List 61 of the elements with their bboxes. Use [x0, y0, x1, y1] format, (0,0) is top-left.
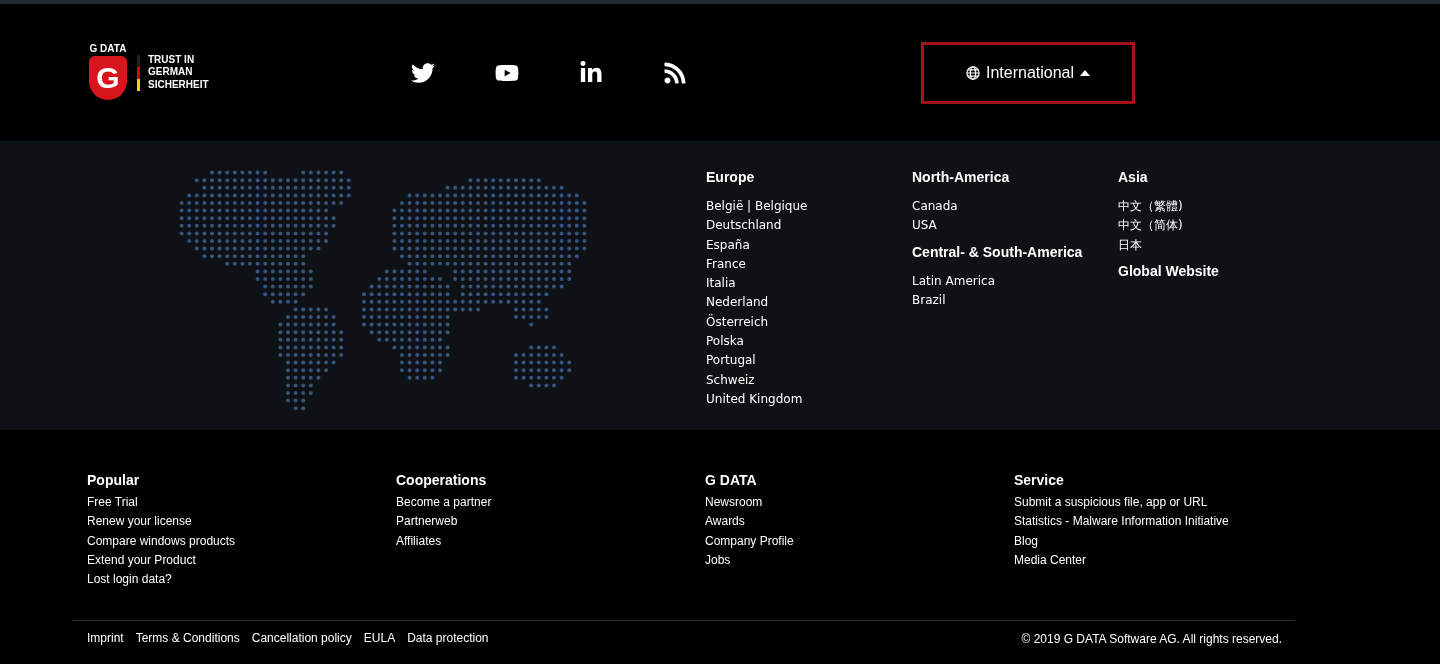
footer-link[interactable]: Compare windows products — [87, 531, 396, 551]
footer-link[interactable]: Affiliates — [396, 531, 705, 551]
footer-link[interactable]: Latin America — [912, 271, 1118, 291]
logo-tagline: GERMAN — [148, 66, 194, 79]
copyright-text: © 2019 G DATA Software AG. All rights reserved. — [1021, 630, 1282, 648]
footer-link[interactable]: Cancellation policy — [251, 629, 352, 649]
footer-link[interactable]: Italia — [706, 274, 912, 294]
footer-link[interactable]: España — [706, 235, 912, 255]
footer-link[interactable]: Company Profile — [705, 531, 1014, 551]
footer-link[interactable]: Submit a suspicious file, app or URL — [1014, 493, 1323, 513]
flag-stripe-icon — [137, 54, 140, 91]
footer-link[interactable]: France — [706, 254, 912, 275]
footer-link[interactable]: EULA — [363, 629, 396, 649]
footer-link[interactable]: Canada — [912, 197, 1118, 217]
footer-link[interactable]: Terms & Conditions — [135, 629, 240, 649]
footer-link[interactable]: Schweiz — [706, 370, 912, 390]
footer-link[interactable]: Deutschland — [706, 216, 912, 236]
region-heading: North-America — [912, 168, 1011, 187]
footer-link[interactable]: Imprint — [87, 629, 124, 649]
twitter-icon[interactable] — [411, 60, 435, 85]
logo-tagline: TRUST IN — [148, 53, 196, 67]
footer-link[interactable]: USA — [912, 216, 1118, 236]
region-heading: Asia — [1118, 168, 1149, 187]
column-heading: Popular — [87, 471, 141, 490]
language-selector[interactable]: International — [921, 41, 1135, 104]
footer-link[interactable]: Nederland — [706, 293, 912, 313]
footer-link[interactable]: Statistics - Malware Information Initiative — [1014, 512, 1323, 532]
footer-link[interactable]: Lost login data? — [87, 570, 396, 590]
linkedin-icon[interactable] — [579, 60, 603, 85]
footer-link[interactable]: België | Belgique — [706, 197, 912, 217]
footer-link[interactable]: Become a partner — [396, 493, 705, 513]
logo-tagline: SICHERHEIT — [148, 78, 209, 92]
footer-link[interactable]: Awards — [705, 512, 1014, 532]
footer-link[interactable]: Renew your license — [87, 512, 396, 532]
footer-link[interactable]: Portugal — [706, 351, 912, 371]
logo-letter: G — [96, 62, 120, 93]
footer-link[interactable]: Polska — [706, 332, 912, 352]
logo-brand: G DATA — [89, 43, 127, 54]
column-heading: Service — [1014, 471, 1065, 490]
region-heading: Global Website — [1118, 261, 1220, 281]
footer-link[interactable]: Partnerweb — [396, 512, 705, 532]
region-heading: Europe — [706, 168, 756, 187]
rss-icon[interactable] — [663, 60, 687, 85]
footer-link[interactable]: Blog — [1014, 531, 1323, 551]
footer-link[interactable]: United Kingdom — [706, 389, 912, 410]
footer-link[interactable]: 中文（简体) — [1118, 216, 1324, 236]
caret-up-icon — [1080, 69, 1091, 76]
footer-link[interactable]: Brazil — [912, 290, 1118, 311]
footer-link[interactable]: Österreich — [706, 312, 912, 333]
column-heading: Cooperations — [396, 471, 488, 490]
footer-link[interactable]: 中文（繁體) — [1118, 197, 1324, 217]
footer-link[interactable]: 日本 — [1118, 235, 1324, 255]
region-heading: Central- & South-America — [912, 242, 1084, 262]
column-heading: G DATA — [705, 471, 758, 490]
footer-link[interactable]: Data protection — [407, 629, 489, 649]
footer-link[interactable]: Newsroom — [705, 493, 1014, 513]
footer-link[interactable]: Free Trial — [87, 493, 396, 513]
footer-link[interactable]: Media Center — [1014, 550, 1323, 571]
footer-link[interactable]: Jobs — [705, 550, 1014, 571]
globe-icon — [965, 65, 980, 80]
footer-link[interactable]: Extend your Product — [87, 550, 396, 571]
